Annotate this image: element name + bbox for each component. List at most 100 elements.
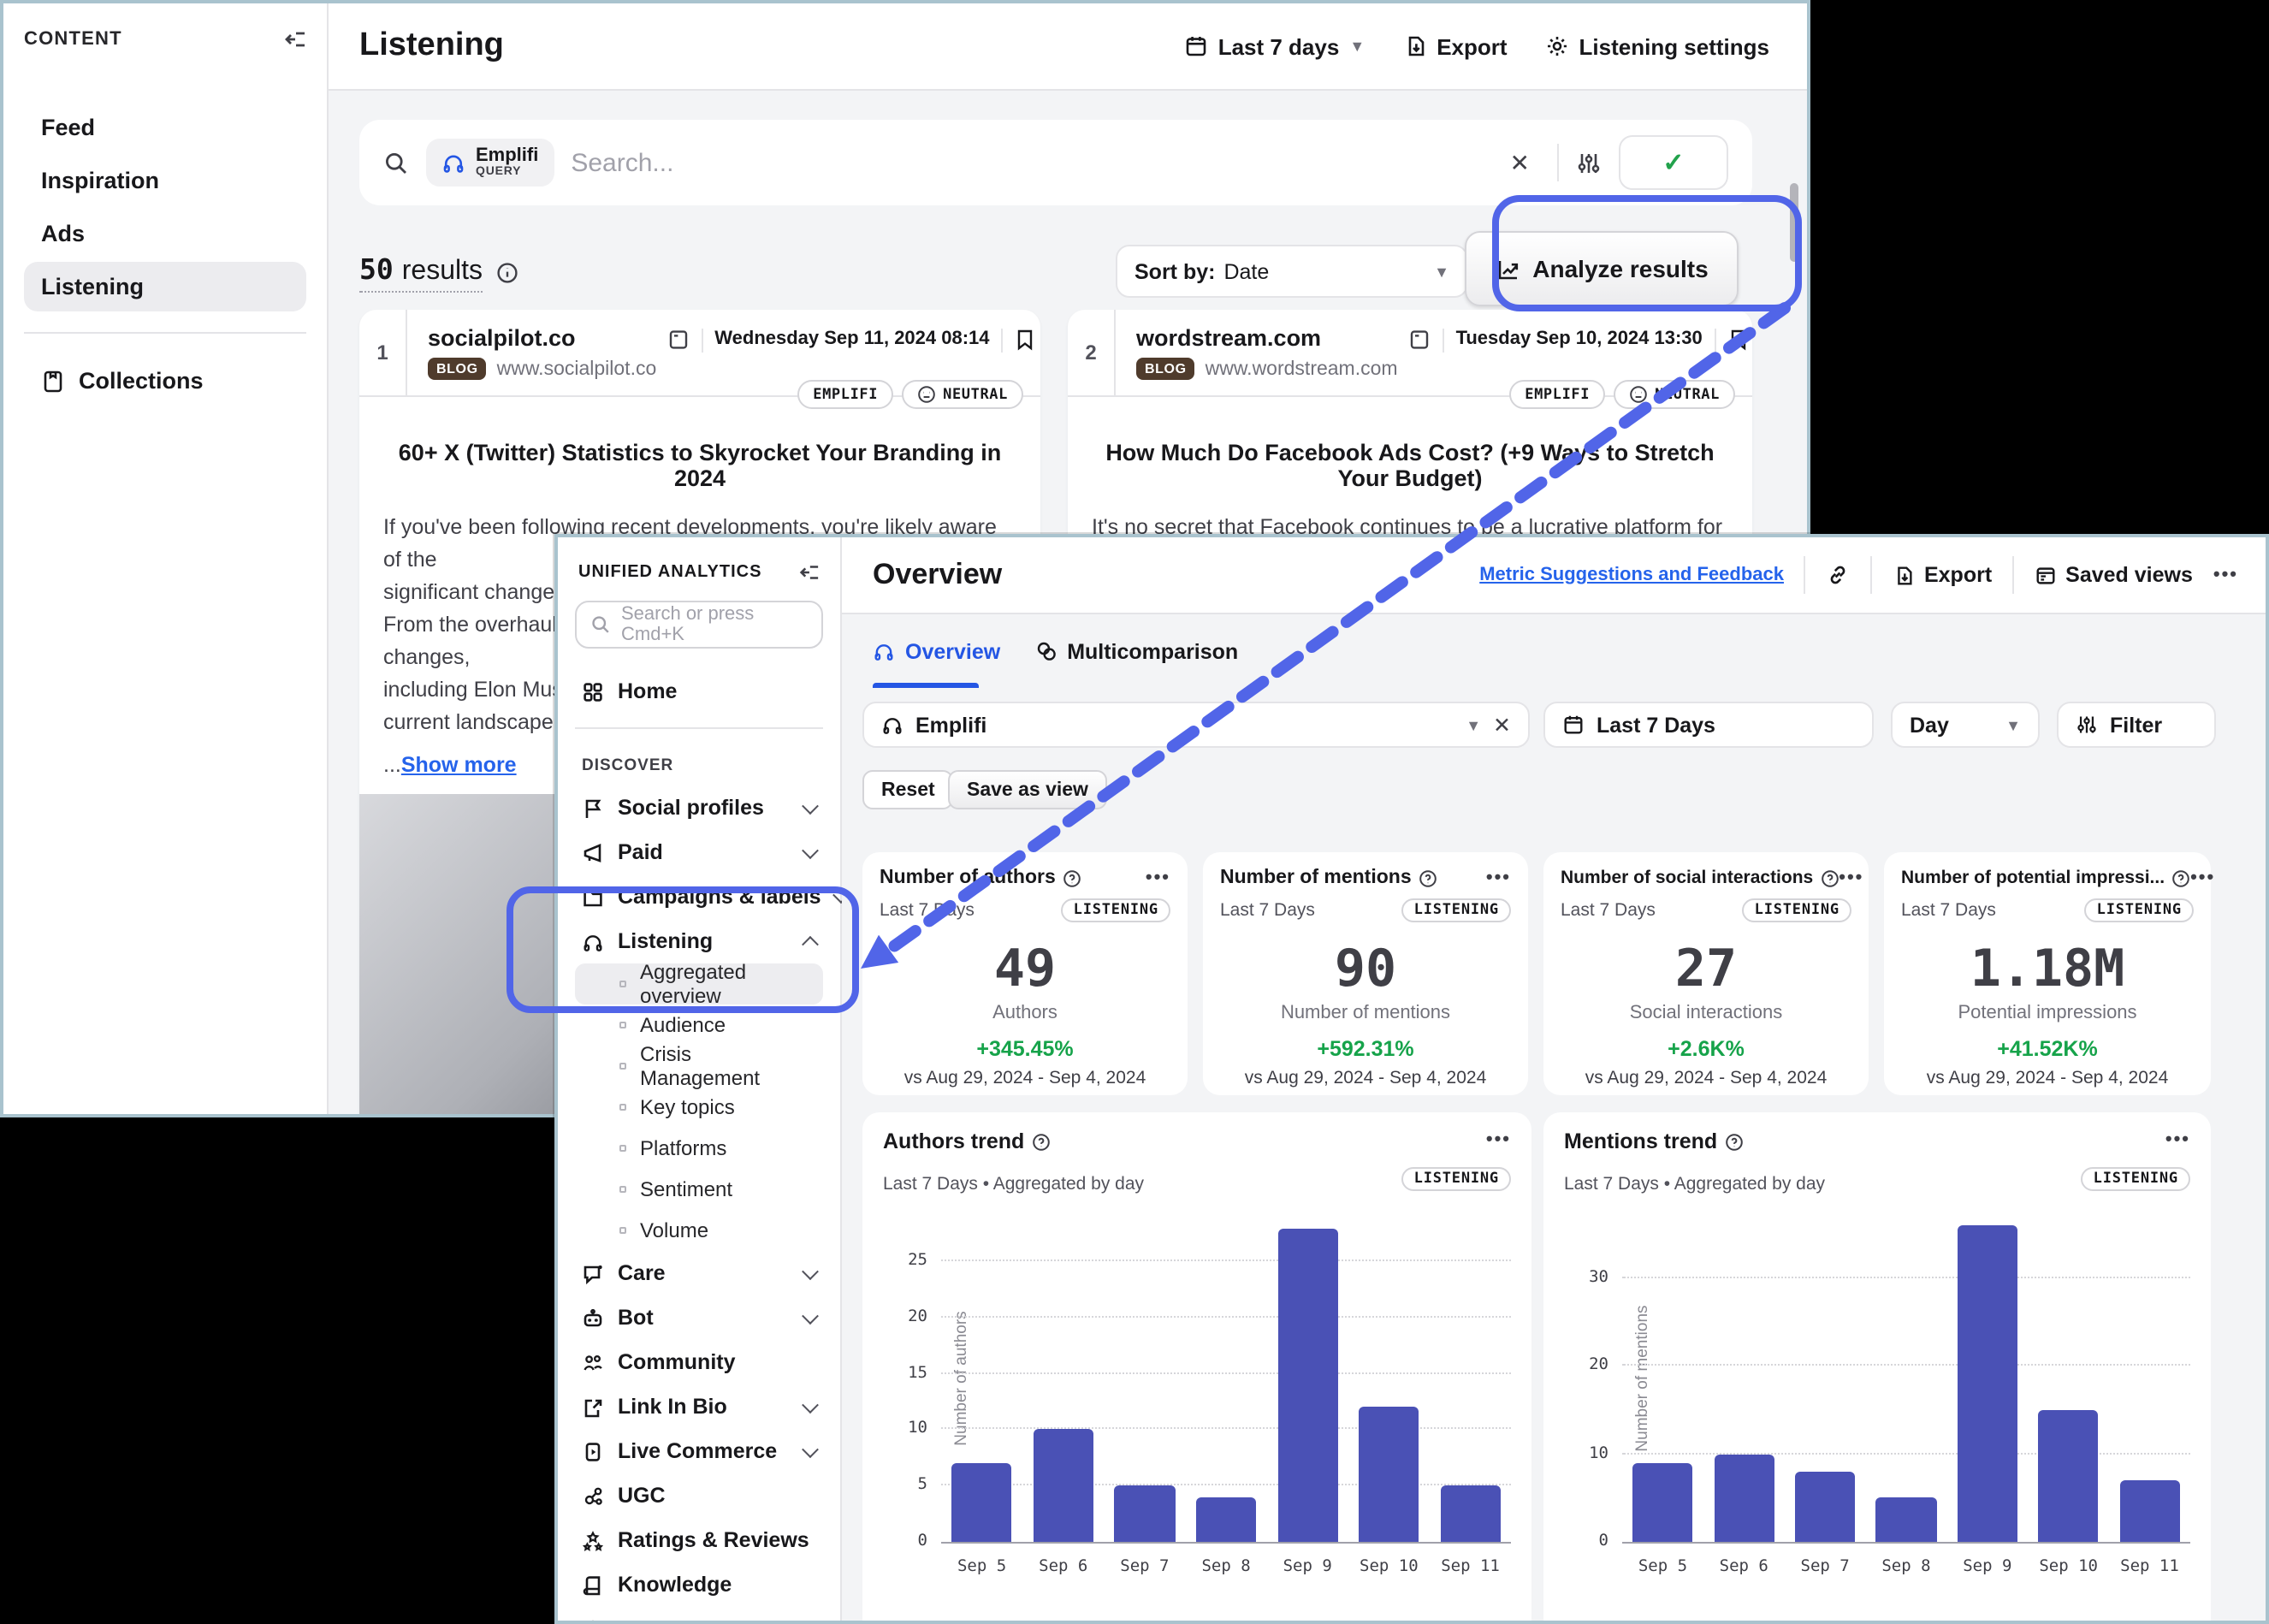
metric-compare: vs Aug 29, 2024 - Sep 4, 2024 [1220,1067,1511,1088]
query-chip[interactable]: Emplifi QUERY [426,139,554,187]
result-domain[interactable]: wordstream.com [1136,325,1398,351]
bullet-icon [619,1145,626,1152]
nav-home[interactable]: Home [575,669,823,714]
x-tick-label: Sep 5 [941,1557,1022,1576]
card-menu-icon[interactable]: ••• [1839,868,1863,888]
sidebar-item-inspiration[interactable]: Inspiration [24,156,306,205]
help-icon[interactable] [1031,1132,1050,1151]
x-tick-label: Sep 9 [1946,1557,2028,1576]
metric-card-mentions[interactable]: Number of mentions ••• Last 7 DaysLISTEN… [1203,852,1528,1095]
help-icon[interactable] [1820,868,1839,887]
export-label: Export [1437,33,1507,59]
nav-crisis-management[interactable]: Crisis Management [575,1046,823,1087]
nav-agent[interactable]: Agent [575,1607,823,1624]
bar-slot [941,1463,1022,1542]
more-menu-icon[interactable]: ••• [2213,565,2238,585]
search-input[interactable]: Search... [571,148,1482,177]
clear-search-icon[interactable]: ✕ [1500,148,1540,177]
analyze-results-button[interactable]: Analyze results [1465,231,1739,306]
nav-platforms[interactable]: Platforms [575,1128,823,1169]
query-select[interactable]: Emplifi ▼ ✕ [862,702,1530,748]
nav-listening[interactable]: Listening [575,919,823,963]
nav-audience[interactable]: Audience [575,1005,823,1046]
date-range-select[interactable]: Last 7 Days [1543,702,1874,748]
metric-card-authors[interactable]: Number of authors ••• Last 7 DaysLISTENI… [862,852,1188,1095]
help-icon[interactable] [1724,1132,1743,1151]
bar [1795,1472,1855,1542]
listening-settings-button[interactable]: Listening settings [1545,33,1769,59]
reset-button[interactable]: Reset [862,770,954,809]
bar [951,1463,1011,1542]
nav-campaigns-labels[interactable]: Campaigns & labels [575,874,823,919]
nav-community[interactable]: Community [575,1340,823,1384]
nav-sentiment[interactable]: Sentiment [575,1169,823,1210]
headphones-icon [873,640,895,662]
sidebar-item-feed[interactable]: Feed [24,103,306,152]
export-button[interactable]: Export [1402,33,1507,59]
authors-trend-chart[interactable]: Authors trend ••• Last 7 Days • Aggregat… [862,1112,1531,1621]
content-sidebar: CONTENT Feed Inspiration Ads Listening C… [3,3,329,1114]
export-button[interactable]: Export [1893,563,1992,587]
save-as-view-button[interactable]: Save as view [948,770,1107,809]
bar-slot [1430,1486,1511,1543]
tab-multicomparison[interactable]: Multicomparison [1034,639,1238,663]
date-range-selector[interactable]: Last 7 days ▼ [1184,33,1366,59]
sliders-icon [2076,714,2098,736]
nav-paid[interactable]: Paid [575,830,823,874]
listening-settings-label: Listening settings [1579,33,1769,59]
nav-knowledge[interactable]: Knowledge [575,1562,823,1607]
result-title[interactable]: 60+ X (Twitter) Statistics to Skyrocket … [383,440,1016,491]
nav-ratings-reviews[interactable]: Ratings & Reviews [575,1518,823,1562]
sort-by-select[interactable]: Sort by: Date ▼ [1116,245,1468,298]
tab-overview[interactable]: Overview [873,639,1000,663]
nav-key-topics[interactable]: Key topics [575,1087,823,1128]
bookmark-icon[interactable] [1728,329,1749,351]
x-tick-label: Sep 7 [1104,1557,1185,1576]
back-window-scrollbar[interactable] [1790,183,1798,262]
results-count-number: 50 [359,252,394,285]
saved-views-button[interactable]: Saved views [2035,563,2193,587]
metric-suggestions-link[interactable]: Metric Suggestions and Feedback [1479,565,1784,585]
card-menu-icon[interactable]: ••• [1146,868,1170,888]
clear-query-icon[interactable]: ✕ [1493,712,1511,738]
help-icon[interactable] [1063,868,1081,887]
x-tick-label: Sep 6 [1703,1557,1785,1576]
card-menu-icon[interactable]: ••• [1486,868,1511,888]
filter-button[interactable]: Filter [2057,702,2216,748]
search-filters-icon[interactable] [1576,150,1602,175]
analytics-search-input[interactable]: Search or press Cmd+K [575,601,823,649]
bookmark-icon[interactable] [1016,329,1036,351]
bar [2039,1410,2099,1542]
nav-social-profiles[interactable]: Social profiles [575,785,823,830]
sidebar-item-ads[interactable]: Ads [24,209,306,258]
nav-aggregated-overview[interactable]: Aggregated overview [575,963,823,1005]
help-icon[interactable] [1419,868,1437,887]
bar [1632,1463,1692,1542]
sidebar-item-listening[interactable]: Listening [24,262,306,311]
nav-bot[interactable]: Bot [575,1295,823,1340]
listening-search-bar[interactable]: Emplifi QUERY Search... ✕ ✓ [359,120,1752,205]
apply-query-button[interactable]: ✓ [1619,135,1728,190]
nav-live-commerce[interactable]: Live Commerce [575,1429,823,1473]
metric-card-impressions[interactable]: Number of potential impressi... ••• Last… [1884,852,2211,1095]
result-title[interactable]: How Much Do Facebook Ads Cost? (+9 Ways … [1092,440,1728,491]
nav-care[interactable]: Care [575,1251,823,1295]
y-tick-label: 0 [918,1532,927,1550]
share-link-icon[interactable] [1827,563,1851,587]
nav-volume[interactable]: Volume [575,1210,823,1251]
nav-link-in-bio[interactable]: Link In Bio [575,1384,823,1429]
help-icon[interactable] [2171,868,2190,887]
sidebar-item-collections[interactable]: Collections [24,358,306,404]
mentions-trend-chart[interactable]: Mentions trend ••• Last 7 Days • Aggrega… [1543,1112,2211,1621]
header-divider [1804,556,1806,594]
collapse-sidebar-icon[interactable] [797,561,820,584]
collapse-sidebar-icon[interactable] [282,27,306,51]
export-icon [1893,564,1916,586]
card-menu-icon[interactable]: ••• [2190,868,2215,888]
card-menu-icon[interactable]: ••• [2165,1129,2190,1150]
card-menu-icon[interactable]: ••• [1486,1129,1511,1150]
metric-card-interactions[interactable]: Number of social interactions ••• Last 7… [1543,852,1869,1095]
nav-ugc[interactable]: UGC [575,1473,823,1518]
result-domain[interactable]: socialpilot.co [428,325,656,351]
granularity-select[interactable]: Day ▼ [1891,702,2040,748]
